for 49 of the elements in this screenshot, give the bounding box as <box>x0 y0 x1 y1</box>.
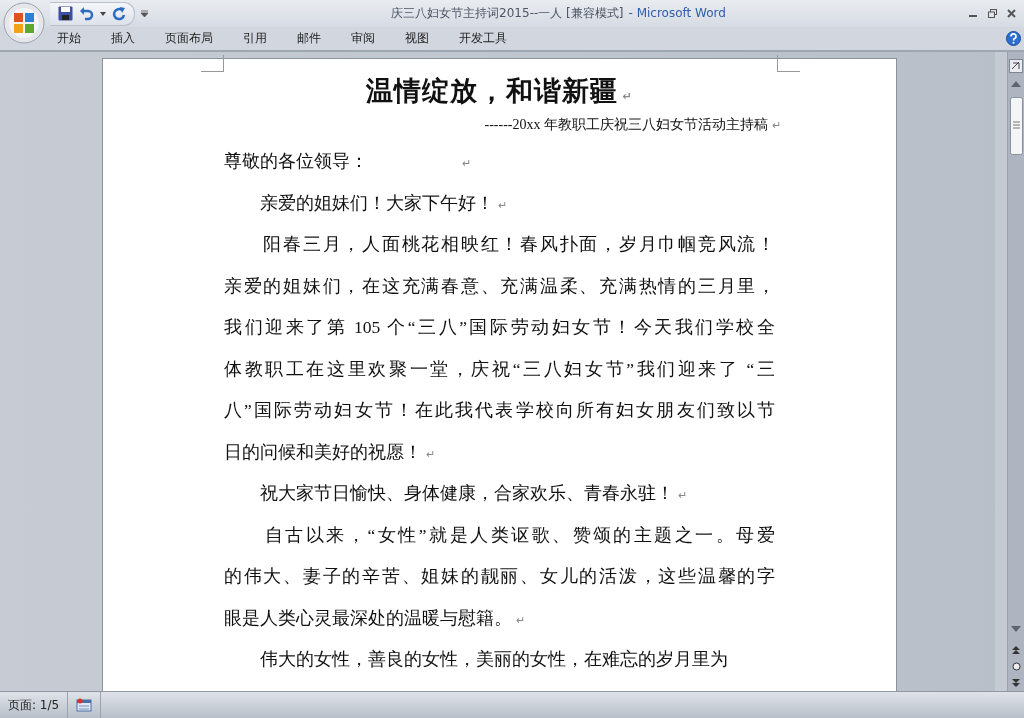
ribbon-tab[interactable]: 页面布局 <box>154 27 224 50</box>
paragraph-mark: ↵ <box>772 119 781 131</box>
undo-icon[interactable] <box>79 6 94 21</box>
next-page-icon[interactable] <box>1012 679 1020 687</box>
body-text-line: 尊敬的各位领导： <box>224 151 369 171</box>
body-text-line: 我们迎来了第 105 个“三八”国际劳动妇女节！今天我们学校全 <box>224 317 775 337</box>
ribbon-tab[interactable]: 开发工具 <box>448 27 518 50</box>
app-name: - Microsoft Word <box>628 6 726 20</box>
close-icon[interactable] <box>1007 9 1016 18</box>
scroll-up-icon[interactable] <box>1011 81 1021 87</box>
scrollbar-thumb[interactable] <box>1009 97 1023 155</box>
paragraph-mark: ↵ <box>678 489 687 501</box>
paragraph-mark: ↵ <box>426 447 435 460</box>
body-text-line: 的伟大、妻子的辛苦、姐妹的靓丽、女儿的活泼，这些温馨的字 <box>224 566 775 586</box>
body-text-line: 祝大家节日愉快、身体健康，合家欢乐、青春永驻！ <box>259 483 674 503</box>
caret-icon[interactable] <box>100 11 106 16</box>
page-indicator[interactable]: 页面: 1/5 <box>8 696 60 714</box>
paragraph-mark: ↵ <box>462 157 471 169</box>
body-text-line: 亲爱的姐妹们，在这充满春意、充满温柔、充满热情的三月里， <box>224 275 775 296</box>
body-text-line: 体教职工在这里欢聚一堂，庆祝“三八妇女节”我们迎来了 “三 <box>224 358 775 379</box>
customize-caret-icon[interactable] <box>141 10 148 17</box>
paragraph-mark: ↵ <box>498 198 507 211</box>
ribbon-tab[interactable]: 视图 <box>394 27 440 50</box>
document-heading: 温情绽放，和谐新疆 <box>366 75 619 106</box>
scroll-down-icon[interactable] <box>1011 626 1021 632</box>
ribbon-tab[interactable]: 邮件 <box>286 27 332 50</box>
ribbon-tab[interactable]: 开始 <box>46 27 92 50</box>
ribbon-tab[interactable]: 引用 <box>232 27 278 50</box>
ruler-toggle-icon[interactable] <box>1009 59 1023 73</box>
ribbon-tab[interactable]: 插入 <box>100 27 146 50</box>
language-icon[interactable] <box>76 698 93 712</box>
body-text-line: 伟大的女性，善良的女性，美丽的女性，在难忘的岁月里为 <box>259 649 728 669</box>
body-text-line: 阳春三月，人面桃花相映红！春风扑面，岁月巾帼竞风流！ <box>262 234 775 254</box>
paragraph-mark: ↵ <box>622 90 633 103</box>
body-text-line: 亲爱的姐妹们！大家下午好！ <box>259 192 494 213</box>
paragraph-mark: ↵ <box>516 613 525 626</box>
restore-icon[interactable] <box>988 9 997 18</box>
browse-object-icon[interactable] <box>1011 662 1021 671</box>
body-text-line: 日的问候和美好的祝愿！ <box>224 441 422 462</box>
body-text-line: 眼是人类心灵最深处的温暖与慰籍。 <box>224 607 512 628</box>
help-icon[interactable] <box>1006 31 1021 46</box>
body-text-line: 八”国际劳动妇女节！在此我代表学校向所有妇女朋友们致以节 <box>224 400 775 420</box>
redo-icon[interactable] <box>112 6 126 21</box>
ribbon-tab[interactable]: 审阅 <box>340 27 386 50</box>
save-icon[interactable] <box>58 6 73 21</box>
body-text-line: 自古以来，“女性”就是人类讴歌、赞颂的主题之一。母爱 <box>264 524 775 545</box>
document-subtitle: ------20xx 年教职工庆祝三八妇女节活动主持稿 <box>484 117 768 132</box>
window-title: 庆三八妇女节主持词2015--一人 [兼容模式] <box>391 6 624 20</box>
previous-page-icon[interactable] <box>1012 646 1020 654</box>
